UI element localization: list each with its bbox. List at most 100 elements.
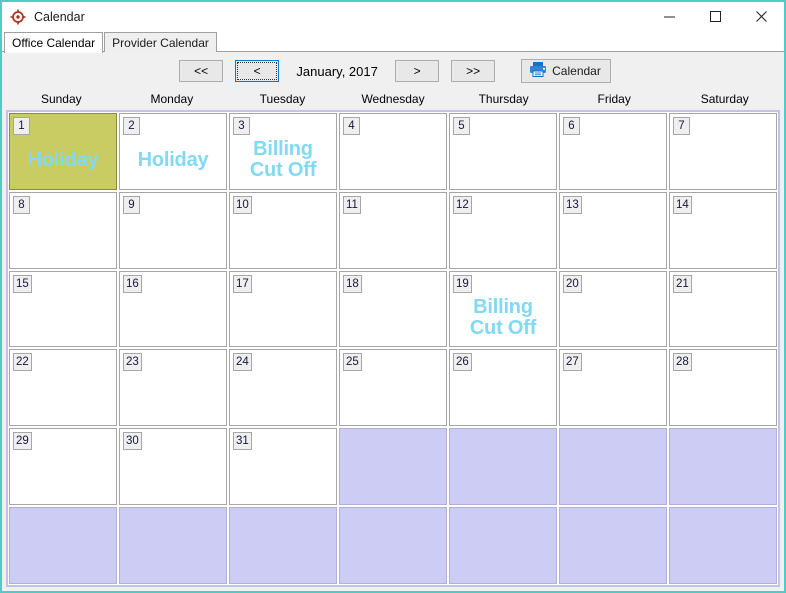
next-month-button[interactable]: > (395, 60, 440, 82)
day-header-saturday: Saturday (700, 92, 749, 106)
close-button[interactable] (738, 2, 784, 31)
calendar-day-cell[interactable]: 29 (9, 428, 117, 506)
day-event-area: Holiday (10, 134, 116, 187)
day-number: 18 (343, 274, 362, 293)
day-number: 2 (123, 117, 140, 135)
calendar-day-cell[interactable]: 8 (9, 191, 117, 269)
calendar-grid: 1 Holiday 2 Holiday 3 Billing Cut Off 4 5 6 7 8 9 10… (6, 110, 780, 587)
calendar-day-cell[interactable]: 28 (669, 349, 777, 427)
calendar-day-cell[interactable]: 9 (119, 191, 227, 269)
day-number: 19 (453, 274, 472, 293)
calendar-day-cell[interactable]: 14 (669, 191, 777, 269)
minimize-icon (663, 16, 675, 18)
day-event-area: Billing Cut Off (230, 134, 336, 187)
day-number: 24 (233, 353, 252, 372)
day-number: 9 (123, 195, 140, 214)
day-number: 3 (233, 117, 250, 135)
calendar-day-cell-empty (119, 507, 227, 584)
tab-provider-calendar-label: Provider Calendar (112, 36, 209, 50)
day-number: 29 (13, 432, 32, 451)
calendar-window: Calendar Office Calendar Provider Calend… (0, 0, 786, 593)
last-month-button[interactable]: >> (451, 60, 496, 82)
calendar-day-cell[interactable]: 4 (339, 113, 447, 190)
day-number: 16 (123, 274, 142, 293)
day-event-label[interactable]: Holiday (138, 149, 209, 171)
calendar-day-cell[interactable]: 20 (559, 270, 667, 348)
day-event-label[interactable]: Billing Cut Off (250, 139, 317, 181)
calendar-day-cell[interactable]: 13 (559, 191, 667, 269)
calendar-day-cell[interactable]: 12 (449, 191, 557, 269)
day-number: 20 (563, 274, 582, 293)
calendar-day-cell[interactable]: 7 (669, 113, 777, 190)
day-number: 11 (343, 195, 361, 214)
calendar-day-cell[interactable]: 10 (229, 191, 337, 269)
calendar-week-row (8, 506, 778, 585)
day-number: 4 (343, 117, 360, 135)
calendar-day-cell[interactable]: 25 (339, 349, 447, 427)
tab-strip: Office Calendar Provider Calendar (2, 31, 784, 53)
calendar-week-row: 1 Holiday 2 Holiday 3 Billing Cut Off 4 5 6 7 (8, 112, 778, 191)
day-number: 15 (13, 274, 32, 293)
calendar-day-cell[interactable]: 21 (669, 270, 777, 348)
calendar-day-cell[interactable]: 18 (339, 270, 447, 348)
calendar-day-cell-empty (669, 507, 777, 584)
day-number: 25 (343, 353, 362, 372)
calendar-day-cell[interactable]: 24 (229, 349, 337, 427)
day-number: 27 (563, 353, 582, 372)
day-number: 5 (453, 117, 470, 135)
tab-office-calendar[interactable]: Office Calendar (4, 32, 104, 53)
day-header-friday: Friday (597, 92, 631, 106)
day-number: 31 (233, 432, 252, 451)
title-bar: Calendar (2, 2, 784, 31)
calendar-day-cell[interactable]: 2 Holiday (119, 113, 227, 190)
calendar-day-cell[interactable]: 23 (119, 349, 227, 427)
day-of-week-header: Sunday Monday Tuesday Wednesday Thursday… (2, 90, 784, 110)
day-number: 10 (233, 195, 252, 214)
calendar-day-cell-empty (559, 507, 667, 584)
calendar-week-row: 8 9 10 11 12 13 14 (8, 191, 778, 270)
calendar-day-cell[interactable]: 3 Billing Cut Off (229, 113, 337, 190)
calendar-day-cell[interactable]: 19 Billing Cut Off (449, 270, 557, 348)
calendar-day-cell[interactable]: 17 (229, 270, 337, 348)
current-month-label: January, 2017 (296, 63, 378, 79)
tab-office-calendar-label: Office Calendar (12, 36, 96, 50)
window-title: Calendar (34, 9, 85, 24)
print-calendar-button[interactable]: Calendar (521, 59, 611, 83)
calendar-toolbar: << < January, 2017 > >> Calendar (2, 52, 784, 90)
month-navigation-group: << < January, 2017 > >> Calendar (179, 59, 611, 83)
calendar-day-cell[interactable]: 1 Holiday (9, 113, 117, 190)
day-number: 17 (233, 274, 252, 293)
day-number: 6 (563, 117, 580, 135)
calendar-week-row: 29 30 31 (8, 427, 778, 506)
day-event-label[interactable]: Holiday (28, 149, 99, 171)
calendar-day-cell[interactable]: 31 (229, 428, 337, 506)
day-number: 13 (563, 195, 582, 214)
calendar-day-cell[interactable]: 26 (449, 349, 557, 427)
day-number: 28 (673, 353, 692, 372)
calendar-day-cell[interactable]: 27 (559, 349, 667, 427)
calendar-day-cell[interactable]: 30 (119, 428, 227, 506)
day-number: 7 (673, 117, 690, 135)
tab-provider-calendar[interactable]: Provider Calendar (104, 32, 217, 52)
day-event-area: Billing Cut Off (450, 292, 556, 345)
calendar-day-cell[interactable]: 16 (119, 270, 227, 348)
calendar-day-cell[interactable]: 5 (449, 113, 557, 190)
minimize-button[interactable] (646, 2, 692, 31)
day-number: 22 (13, 353, 32, 372)
day-event-label[interactable]: Billing Cut Off (470, 297, 537, 339)
calendar-day-cell[interactable]: 11 (339, 191, 447, 269)
calendar-day-cell-empty (449, 507, 557, 584)
previous-month-button[interactable]: < (235, 60, 280, 82)
calendar-day-cell[interactable]: 22 (9, 349, 117, 427)
day-header-sunday: Sunday (40, 92, 82, 106)
first-month-button[interactable]: << (179, 60, 224, 82)
calendar-day-cell-empty (339, 428, 447, 506)
maximize-button[interactable] (692, 2, 738, 31)
day-event-area: Holiday (120, 134, 226, 187)
calendar-day-cell[interactable]: 15 (9, 270, 117, 348)
printer-icon (529, 61, 547, 82)
day-header-monday: Monday (150, 92, 194, 106)
maximize-icon (709, 11, 721, 22)
day-number: 14 (673, 195, 692, 214)
calendar-day-cell[interactable]: 6 (559, 113, 667, 190)
